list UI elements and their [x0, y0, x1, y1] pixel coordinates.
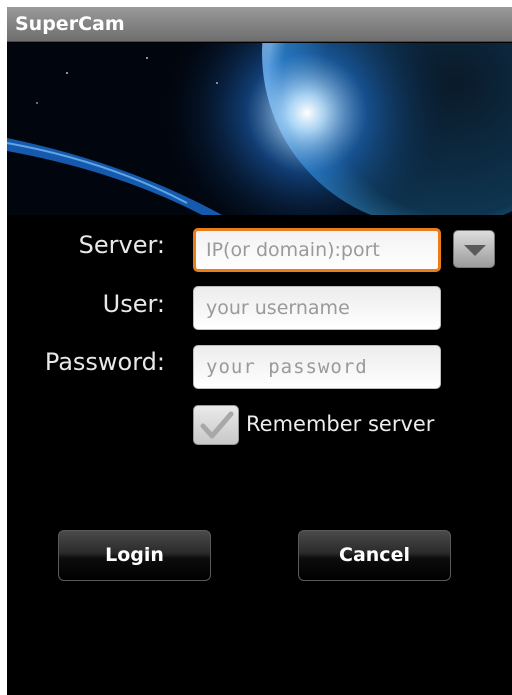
banner-image: [7, 43, 512, 215]
login-button[interactable]: Login: [58, 530, 211, 581]
password-input[interactable]: your password: [193, 345, 441, 389]
server-label: Server:: [78, 231, 165, 259]
remember-server-label: Remember server: [246, 412, 435, 436]
remember-server-checkbox[interactable]: [193, 405, 239, 445]
username-input[interactable]: your username: [193, 286, 441, 330]
cancel-button[interactable]: Cancel: [298, 530, 451, 581]
checkmark-icon: [200, 411, 234, 439]
password-label: Password:: [44, 348, 165, 376]
server-input[interactable]: IP(or domain):port: [193, 228, 441, 272]
app-title: SuperCam: [7, 7, 512, 42]
login-screen: SuperCam Server: IP(or domain):port User…: [7, 7, 512, 695]
chevron-down-icon: [464, 245, 486, 256]
user-label: User:: [102, 290, 165, 318]
server-history-dropdown[interactable]: [453, 230, 495, 268]
